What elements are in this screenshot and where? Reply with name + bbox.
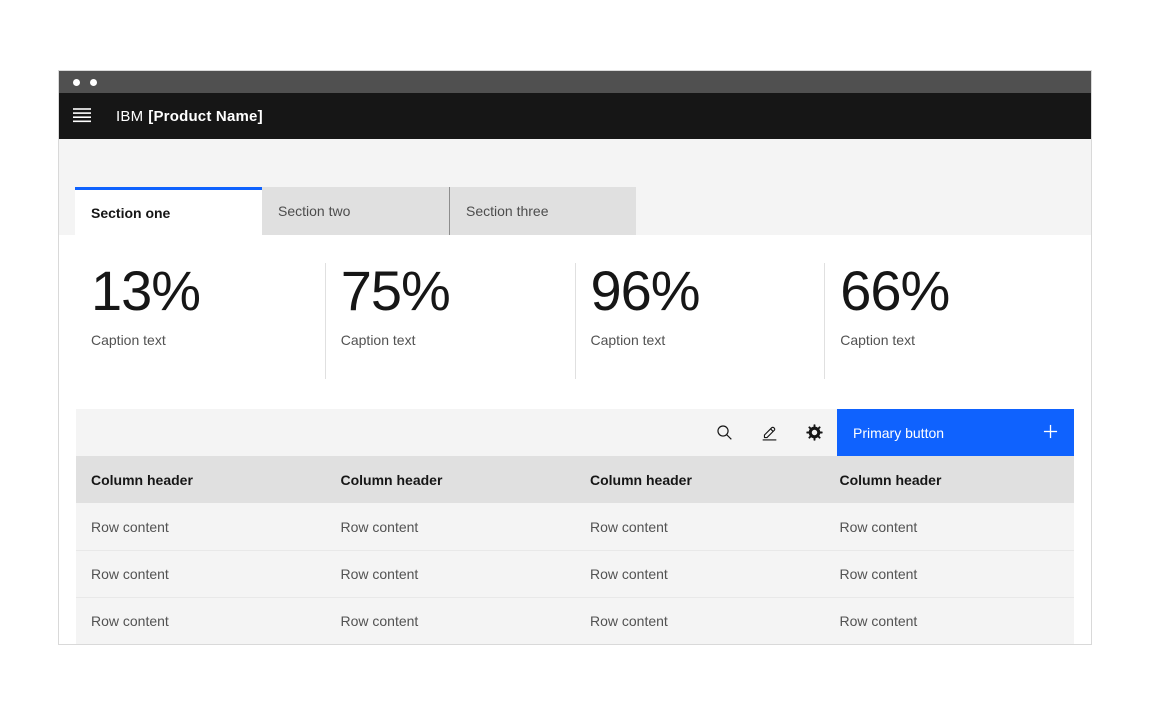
- hamburger-menu-icon: [73, 107, 91, 126]
- metric-card: 13% Caption text: [76, 263, 325, 379]
- window-titlebar: [59, 71, 1091, 93]
- table-cell: Row content: [76, 613, 326, 629]
- metric-value: 13%: [91, 263, 325, 319]
- settings-button[interactable]: [792, 409, 837, 456]
- column-header: Column header: [326, 472, 576, 488]
- table-cell: Row content: [825, 519, 1075, 535]
- data-table: Column header Column header Column heade…: [76, 456, 1074, 644]
- product-name: [Product Name]: [148, 108, 262, 125]
- table-row: Row content Row content Row content Row …: [76, 550, 1074, 597]
- primary-button[interactable]: Primary button: [837, 409, 1074, 456]
- metric-card: 96% Caption text: [575, 263, 825, 379]
- metric-caption: Caption text: [591, 332, 825, 348]
- table-toolbar: Primary button: [76, 409, 1074, 456]
- tab-panel: 13% Caption text 75% Caption text 96% Ca…: [59, 235, 1091, 644]
- edit-icon: [760, 423, 779, 442]
- table-cell: Row content: [825, 566, 1075, 582]
- toolbar-spacer: [76, 409, 702, 456]
- table-header-row: Column header Column header Column heade…: [76, 456, 1074, 503]
- tab-label: Section three: [466, 203, 549, 219]
- app-window: IBM [Product Name] Section one Section t…: [58, 70, 1092, 645]
- metric-caption: Caption text: [341, 332, 575, 348]
- column-header: Column header: [575, 472, 825, 488]
- column-header: Column header: [76, 472, 326, 488]
- plus-icon: [1043, 424, 1058, 442]
- brand-name: IBM: [116, 108, 143, 125]
- table-row: Row content Row content Row content Row …: [76, 597, 1074, 644]
- tab-section-one[interactable]: Section one: [75, 187, 262, 235]
- table-cell: Row content: [575, 566, 825, 582]
- edit-button[interactable]: [747, 409, 792, 456]
- metric-caption: Caption text: [91, 332, 325, 348]
- search-button[interactable]: [702, 409, 747, 456]
- metric-value: 66%: [840, 263, 1074, 319]
- app-body: Section one Section two Section three 13…: [59, 139, 1091, 644]
- tab-section-two[interactable]: Section two: [262, 187, 449, 235]
- page-title: IBM [Product Name]: [116, 108, 263, 125]
- search-icon: [715, 423, 734, 442]
- window-control-dot[interactable]: [90, 79, 97, 86]
- table-cell: Row content: [326, 566, 576, 582]
- table-cell: Row content: [326, 613, 576, 629]
- tab-section-three[interactable]: Section three: [449, 187, 636, 235]
- table-cell: Row content: [575, 519, 825, 535]
- metrics-row: 13% Caption text 75% Caption text 96% Ca…: [76, 235, 1074, 379]
- tab-label: Section one: [91, 205, 170, 221]
- table-cell: Row content: [825, 613, 1075, 629]
- window-control-dot[interactable]: [73, 79, 80, 86]
- table-cell: Row content: [76, 566, 326, 582]
- table-cell: Row content: [326, 519, 576, 535]
- menu-button[interactable]: [59, 93, 105, 139]
- primary-button-label: Primary button: [853, 425, 944, 441]
- tab-label: Section two: [278, 203, 350, 219]
- page: IBM [Product Name] Section one Section t…: [0, 0, 1152, 720]
- metric-card: 66% Caption text: [824, 263, 1074, 379]
- metric-value: 75%: [341, 263, 575, 319]
- metric-card: 75% Caption text: [325, 263, 575, 379]
- metric-value: 96%: [591, 263, 825, 319]
- table-cell: Row content: [575, 613, 825, 629]
- app-header: IBM [Product Name]: [59, 93, 1091, 139]
- table-row: Row content Row content Row content Row …: [76, 503, 1074, 550]
- column-header: Column header: [825, 472, 1075, 488]
- table-cell: Row content: [76, 519, 326, 535]
- settings-icon: [805, 423, 824, 442]
- metric-caption: Caption text: [840, 332, 1074, 348]
- tab-bar: Section one Section two Section three: [59, 139, 1091, 235]
